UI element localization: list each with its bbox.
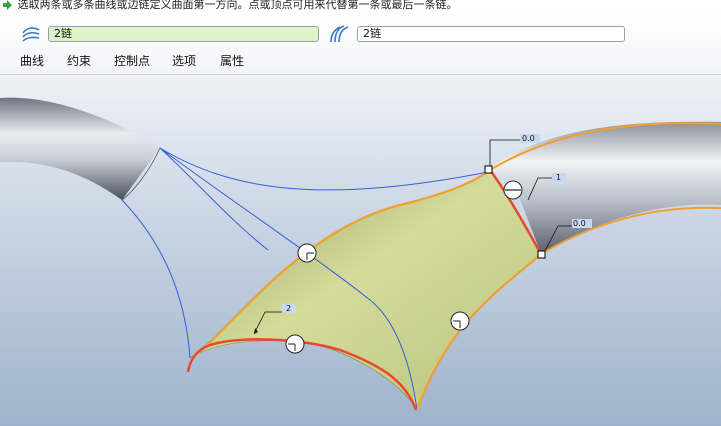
message-bar: 选取两条或多条曲线或边链定义曲面第一方向。点或顶点可用来代替第一条或最后一条链。 — [0, 0, 721, 12]
constraint-handle-2[interactable] — [503, 180, 523, 200]
constraint-handle-1[interactable] — [297, 243, 317, 263]
graphics-viewport[interactable]: 0.0 1 0.0 2 — [0, 75, 721, 426]
left-tube[interactable] — [0, 97, 161, 201]
svg-text:0.0: 0.0 — [573, 219, 586, 228]
tab-properties[interactable]: 属性 — [220, 52, 244, 69]
constraint-handle-3[interactable] — [450, 311, 470, 331]
second-direction-curves-icon[interactable] — [328, 24, 350, 44]
top-vertex-handle[interactable] — [484, 165, 493, 174]
svg-text:2: 2 — [286, 304, 291, 313]
second-direction-chain-field[interactable]: 2链 — [357, 26, 625, 42]
green-arrow-icon — [3, 0, 12, 10]
blend-surface[interactable] — [189, 169, 542, 411]
svg-text:1: 1 — [556, 173, 561, 182]
first-direction-chain-field[interactable]: 2链 — [48, 26, 319, 42]
tab-constraints[interactable]: 约束 — [67, 52, 91, 69]
boundary-blend-dashboard: 2链 2链 曲线 约束 控制点 选项 属性 — [0, 12, 721, 75]
svg-text:0.0: 0.0 — [522, 134, 535, 143]
constraint-handle-4[interactable] — [285, 334, 305, 354]
tab-curves[interactable]: 曲线 — [20, 52, 44, 69]
first-direction-curves-icon[interactable] — [20, 24, 42, 44]
tab-control-points[interactable]: 控制点 — [114, 52, 150, 69]
message-text: 选取两条或多条曲线或边链定义曲面第一方向。点或顶点可用来代替第一条或最后一条链。 — [17, 0, 458, 11]
bottom-vertex-handle[interactable] — [537, 250, 546, 259]
tab-options[interactable]: 选项 — [172, 52, 196, 69]
model-canvas: 0.0 1 0.0 2 — [0, 97, 721, 411]
